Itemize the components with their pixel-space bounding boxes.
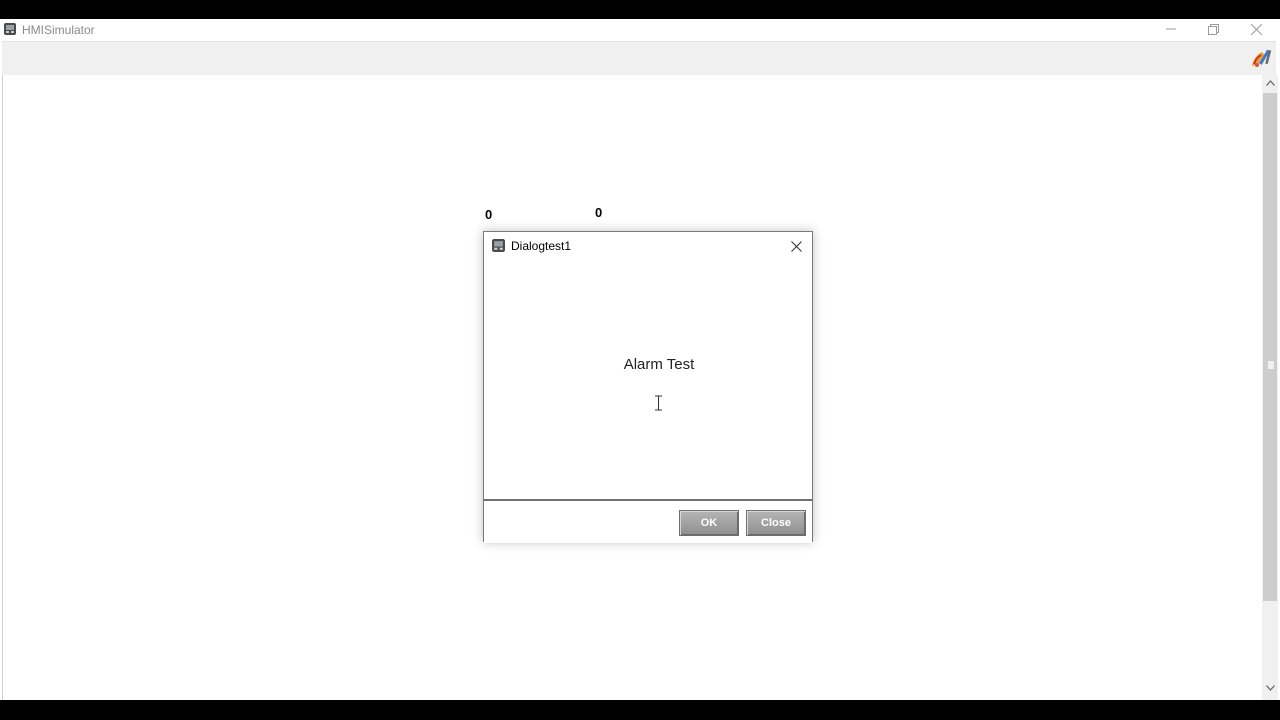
scrollbar-thumb[interactable]	[1263, 93, 1277, 601]
title-bar[interactable]: HMISimulator	[0, 19, 1280, 41]
window-title: HMISimulator	[22, 23, 95, 37]
screen: HMISimulator 0 0 Dialogtest1 Alarm Test …	[0, 0, 1280, 720]
dialog-close-button[interactable]	[784, 234, 808, 258]
scrollbar-grip	[1268, 361, 1274, 369]
hmi-app-icon	[4, 23, 16, 35]
restore-icon	[1207, 23, 1219, 35]
vertical-scrollbar[interactable]	[1262, 75, 1278, 700]
scroll-up-arrow[interactable]	[1262, 75, 1278, 91]
dialog-title-bar[interactable]: Dialogtest1	[484, 232, 812, 260]
chevron-down-icon	[1265, 685, 1275, 691]
text-cursor-icon	[655, 395, 662, 411]
dialog-message: Alarm Test	[623, 356, 695, 373]
chevron-up-icon	[1265, 80, 1275, 86]
minimize-button[interactable]	[1150, 19, 1192, 39]
dialog-title: Dialogtest1	[511, 239, 572, 253]
close-icon	[1250, 23, 1262, 35]
close-button[interactable]: Close	[746, 510, 806, 536]
paint-tools-icon[interactable]	[1248, 46, 1274, 72]
close-window-button[interactable]	[1235, 19, 1277, 39]
dialog: Dialogtest1 Alarm Test OK Close	[483, 231, 813, 543]
scroll-down-arrow[interactable]	[1262, 680, 1278, 696]
hmi-app-icon	[492, 239, 505, 252]
value-label-1: 0	[485, 207, 493, 222]
toolbar	[2, 41, 1276, 76]
value-label-2: 0	[595, 205, 603, 220]
close-icon	[790, 240, 802, 252]
minimize-icon	[1166, 28, 1176, 30]
dialog-footer: OK Close	[484, 499, 812, 543]
restore-button[interactable]	[1192, 19, 1234, 39]
dialog-body: Alarm Test	[484, 260, 812, 499]
ok-button[interactable]: OK	[679, 510, 739, 536]
